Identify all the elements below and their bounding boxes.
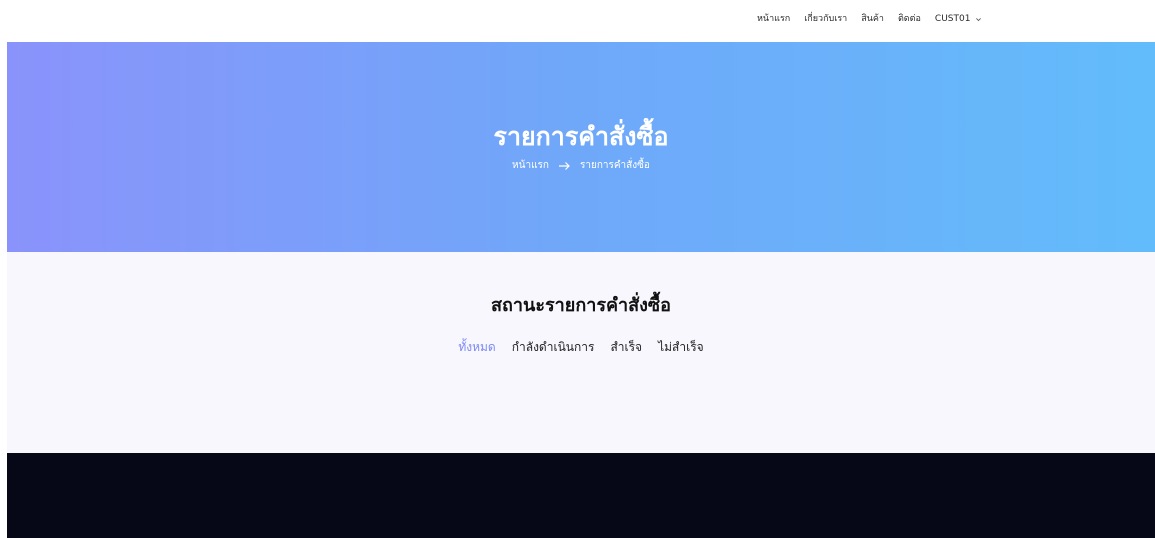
order-status-section: สถานะรายการคำสั่งซื้อ ทั้งหมด กำลังดำเนิ… (7, 252, 1155, 453)
breadcrumb: หน้าแรก รายการคำสั่งซื้อ (7, 158, 1155, 174)
page-title: รายการคำสั่งซื้อ (493, 122, 669, 151)
breadcrumb-current: รายการคำสั่งซื้อ (579, 160, 650, 171)
tab-success[interactable]: สำเร็จ (610, 338, 642, 356)
nav-link-home[interactable]: หน้าแรก (757, 10, 790, 28)
tab-all[interactable]: ทั้งหมด (458, 338, 495, 356)
user-menu-label: CUST01 (934, 14, 971, 24)
tab-failed[interactable]: ไม่สำเร็จ (658, 338, 704, 356)
page-banner: รายการคำสั่งซื้อ หน้าแรก รายการคำสั่งซื้… (7, 42, 1155, 252)
top-navigation: หน้าแรก เกี่ยวกับเรา สินค้า ติดต่อ CUST0… (0, 0, 1155, 42)
tab-in-progress[interactable]: กำลังดำเนินการ (512, 338, 595, 356)
user-menu-toggle[interactable]: CUST01 (935, 10, 983, 28)
order-status-tabs: ทั้งหมด กำลังดำเนินการ สำเร็จ ไม่สำเร็จ (7, 338, 1155, 356)
nav-link-about[interactable]: เกี่ยวกับเรา (804, 10, 847, 28)
page-footer (7, 453, 1155, 538)
order-status-heading: สถานะรายการคำสั่งซื้อ (491, 295, 671, 316)
main-menu: หน้าแรก เกี่ยวกับเรา สินค้า ติดต่อ CUST0… (757, 10, 982, 28)
chevron-down-icon (976, 17, 982, 21)
arrow-right-icon (558, 162, 570, 170)
order-list-page: หน้าแรก เกี่ยวกับเรา สินค้า ติดต่อ CUST0… (0, 0, 1155, 538)
nav-link-products[interactable]: สินค้า (861, 10, 884, 28)
nav-link-contact[interactable]: ติดต่อ (898, 10, 921, 28)
breadcrumb-home-link[interactable]: หน้าแรก (512, 158, 549, 174)
